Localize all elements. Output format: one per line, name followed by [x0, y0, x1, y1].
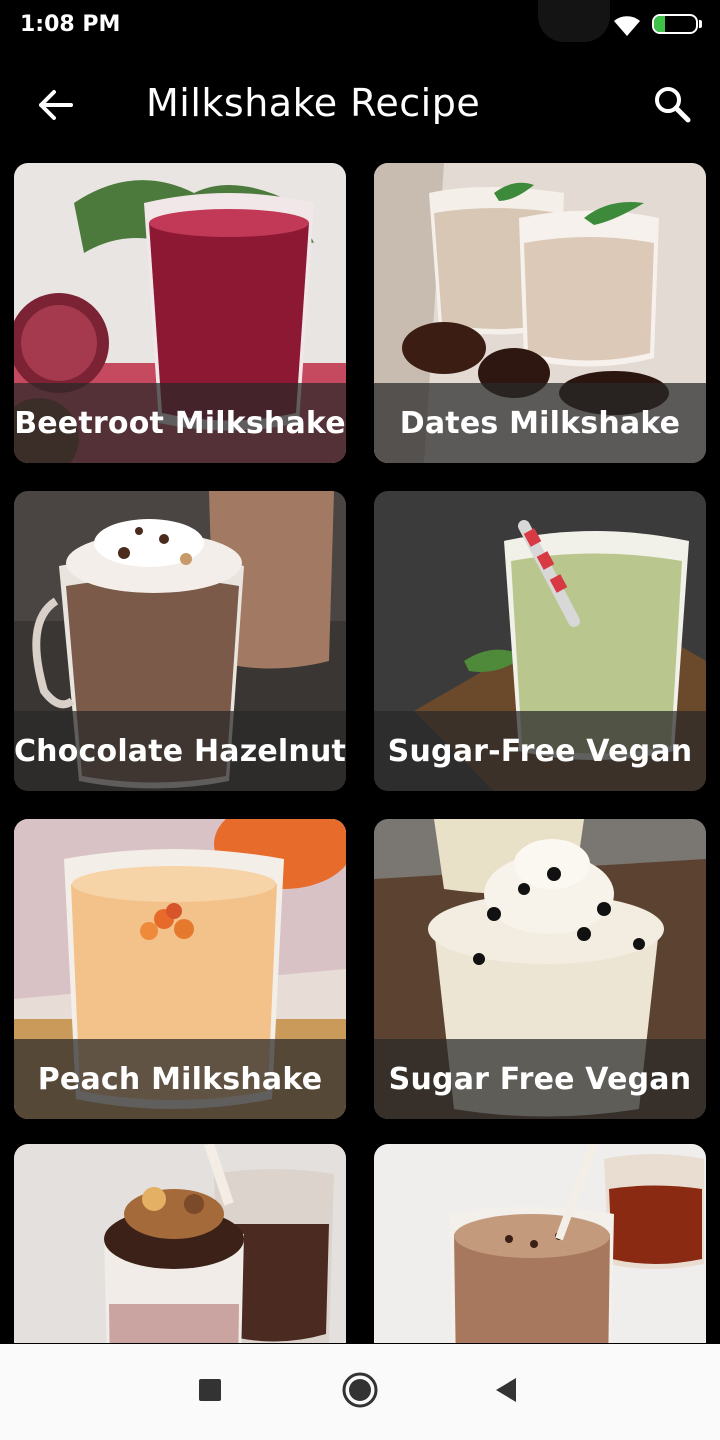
recipe-card-oat-shake[interactable] — [374, 1144, 706, 1343]
recipe-image — [14, 1144, 346, 1343]
recipe-card-sugar-free-vegan-cream[interactable]: Sugar Free Vegan — [374, 819, 706, 1119]
recipe-card-dates[interactable]: Dates Milkshake — [374, 163, 706, 463]
recipe-image — [374, 1144, 706, 1343]
circle-icon — [342, 1372, 378, 1412]
system-back-button[interactable] — [486, 1372, 526, 1412]
status-time: 1:08 PM — [20, 12, 121, 37]
recipe-label-bar: Peach Milkshake — [14, 1039, 346, 1119]
home-button[interactable] — [340, 1372, 380, 1412]
page-title: Milkshake Recipe — [146, 81, 481, 125]
battery-level: 27 — [665, 15, 685, 31]
search-icon — [653, 85, 691, 127]
recipe-label-bar: Dates Milkshake — [374, 383, 706, 463]
app-bar: Milkshake Recipe — [0, 60, 720, 154]
recipe-label-bar: Sugar Free Vegan — [374, 1039, 706, 1119]
wifi-icon — [612, 12, 642, 38]
camera-notch — [538, 0, 610, 42]
back-button[interactable] — [30, 84, 82, 130]
recipe-grid: Beetroot Milkshake Dates Milkshake Choco… — [0, 163, 720, 1343]
arrow-left-icon — [38, 89, 74, 125]
recipe-name: Dates Milkshake — [399, 405, 681, 441]
recipe-card-beetroot[interactable]: Beetroot Milkshake — [14, 163, 346, 463]
search-button[interactable] — [646, 82, 698, 130]
battery-nub — [699, 20, 702, 28]
recipe-name: Sugar-Free Vegan — [387, 733, 693, 769]
recipe-card-sugar-free-vegan-green[interactable]: Sugar-Free Vegan — [374, 491, 706, 791]
recipe-card-chocolate-hazelnut[interactable]: Chocolate Hazelnut — [14, 491, 346, 791]
recipe-label-bar: Sugar-Free Vegan — [374, 711, 706, 791]
recipe-name: Beetroot Milkshake — [14, 405, 346, 441]
recipe-name: Peach Milkshake — [37, 1061, 323, 1097]
recipe-card-freakshake[interactable] — [14, 1144, 346, 1343]
recipe-name: Chocolate Hazelnut — [14, 733, 346, 769]
recipe-label-bar: Beetroot Milkshake — [14, 383, 346, 463]
system-nav-bar — [0, 1344, 720, 1440]
recipe-label-bar: Chocolate Hazelnut — [14, 711, 346, 791]
battery-icon: 27 — [652, 14, 698, 34]
status-bar: 1:08 PM 27 — [0, 0, 720, 52]
recipe-card-peach[interactable]: Peach Milkshake — [14, 819, 346, 1119]
recents-button[interactable] — [190, 1372, 230, 1412]
square-icon — [198, 1378, 222, 1406]
triangle-back-icon — [494, 1377, 518, 1407]
recipe-name: Sugar Free Vegan — [388, 1061, 692, 1097]
